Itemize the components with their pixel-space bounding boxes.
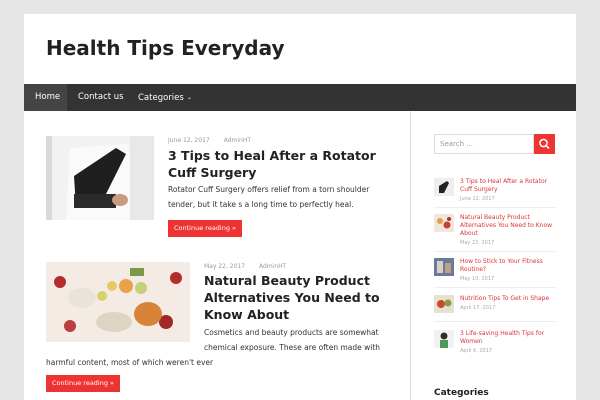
post-date[interactable]: June 12, 2017 xyxy=(168,137,210,144)
post-thumbnail-rotator-cuff[interactable] xyxy=(46,136,154,220)
main-navigation: Home Contact us Categories ⌄ xyxy=(24,84,576,111)
nav-item-categories-label: Categories xyxy=(138,93,184,103)
recent-post-title[interactable]: Nutrition Tips To Get in Shape xyxy=(460,295,560,303)
recent-post-date: June 12, 2017 xyxy=(460,196,495,202)
recent-post-thumbnail xyxy=(434,178,454,196)
site-title[interactable]: Health Tips Everyday xyxy=(46,36,285,60)
post-title-line: 3 Tips to Heal After a Rotator xyxy=(168,148,376,163)
post-date[interactable]: May 22, 2017 xyxy=(204,263,245,270)
recent-post-date: April 6, 2017 xyxy=(460,348,493,354)
post-excerpt-line: chemical exposure. These are often made … xyxy=(204,343,381,352)
divider xyxy=(434,321,556,322)
nav-item-contact[interactable]: Contact us xyxy=(67,84,135,111)
recent-post-title[interactable]: 3 Tips to Heal After a Rotator Cuff Surg… xyxy=(460,178,560,194)
post-excerpt: Rotator Cuff Surgery offers relief from … xyxy=(168,182,369,212)
recent-post-thumbnail xyxy=(434,295,454,313)
continue-reading-button[interactable]: Continue reading » xyxy=(46,375,121,392)
recent-post-date: April 17, 2017 xyxy=(460,305,496,311)
post-title-line: Natural Beauty Product xyxy=(204,273,370,288)
post-title[interactable]: 3 Tips to Heal After a Rotator Cuff Surg… xyxy=(168,147,376,181)
post-excerpt-line: Rotator Cuff Surgery offers relief from … xyxy=(168,185,370,194)
divider xyxy=(434,287,556,288)
content-sidebar-divider xyxy=(410,111,411,400)
post-meta: May 22, 2017 AdminHT xyxy=(204,263,286,270)
categories-widget-title: Categories xyxy=(434,388,489,398)
recent-post-thumbnail xyxy=(434,330,454,348)
post-excerpt: Cosmetics and beauty products are somewh… xyxy=(204,325,380,355)
search-input[interactable]: Search ... xyxy=(434,134,534,154)
recent-post-title[interactable]: How to Stick to Your Fitness Routine? xyxy=(460,258,560,274)
divider xyxy=(434,251,556,252)
nav-item-home[interactable]: Home xyxy=(24,84,67,111)
recent-post-date: May 22, 2017 xyxy=(460,240,495,246)
post-meta: June 12, 2017 AdminHT xyxy=(168,137,251,144)
continue-reading-button[interactable]: Continue reading » xyxy=(168,220,243,237)
post-title-line: Cuff Surgery xyxy=(168,165,257,180)
post-excerpt-line: tender, but it take s a long time to per… xyxy=(168,200,354,209)
recent-post-title[interactable]: Natural Beauty Product Alternatives You … xyxy=(460,214,560,238)
post-title-line: Know About xyxy=(204,307,290,322)
recent-post-title[interactable]: 3 Life-saving Health Tips for Women xyxy=(460,330,560,346)
recent-post-thumbnail xyxy=(434,214,454,232)
sling-arm-image xyxy=(46,136,154,220)
post-excerpt-line: harmful content, most of which weren't e… xyxy=(46,358,214,367)
recent-post-thumbnail xyxy=(434,258,454,276)
search-icon xyxy=(539,138,550,150)
nav-item-categories[interactable]: Categories ⌄ xyxy=(127,84,203,111)
post-excerpt-line: Cosmetics and beauty products are somewh… xyxy=(204,328,379,337)
beauty-products-image xyxy=(46,262,190,342)
divider xyxy=(434,207,556,208)
chevron-down-icon: ⌄ xyxy=(186,94,192,101)
post-thumbnail-natural-beauty[interactable] xyxy=(46,262,190,342)
post-title-line: Alternatives You Need to xyxy=(204,290,380,305)
search-button[interactable] xyxy=(534,134,555,154)
recent-post-date: May 10, 2017 xyxy=(460,276,495,282)
post-author[interactable]: AdminHT xyxy=(224,137,251,144)
post-author[interactable]: AdminHT xyxy=(259,263,286,270)
post-title[interactable]: Natural Beauty Product Alternatives You … xyxy=(204,272,380,323)
page-container: Health Tips Everyday Home Contact us Cat… xyxy=(24,14,576,400)
